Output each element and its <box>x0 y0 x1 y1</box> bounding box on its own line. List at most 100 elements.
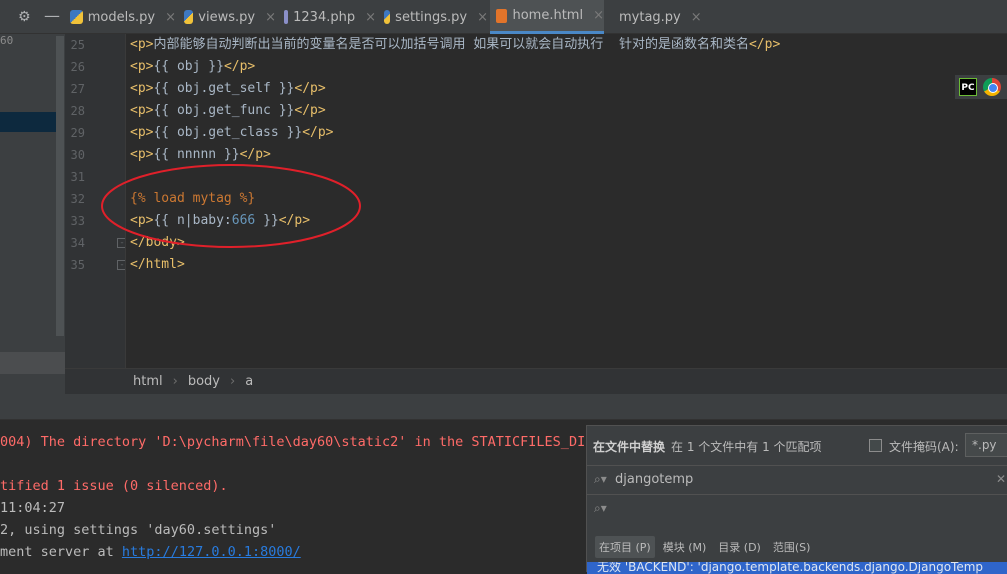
code-editor[interactable]: <p>内部能够自动判断出当前的变量名是否可以加括号调用 如果可以就会自动执行 针… <box>125 34 1007 368</box>
close-tab-icon[interactable]: × <box>165 10 176 25</box>
close-icon[interactable]: ✕ <box>996 472 1006 486</box>
html-file-icon <box>496 8 508 23</box>
console-text: tified 1 issue (0 silenced). <box>0 478 228 494</box>
scope-directory[interactable]: 目录 (D) <box>714 536 765 558</box>
tab-label: models.py <box>87 9 156 25</box>
code-text: {{ nnnnn }} <box>153 147 240 162</box>
tab-label: mytag.py <box>619 9 681 25</box>
python-file-icon <box>184 10 194 24</box>
code-line: <p>内部能够自动判断出当前的变量名是否可以加括号调用 如果可以就会自动执行 针… <box>130 34 780 56</box>
search-row: ⌕▾ djangotemp ✕ <box>587 465 1007 494</box>
console-text: ment server at <box>0 544 122 560</box>
code-tag: </p> <box>302 125 334 140</box>
code-line: </body> <box>130 232 185 254</box>
code-tag: </p> <box>223 59 256 74</box>
code-text: {{ obj.get_self }} <box>153 81 295 96</box>
minimize-icon[interactable]: — <box>44 6 60 25</box>
code-text: {{ obj }} <box>153 59 224 74</box>
close-tab-icon[interactable]: × <box>365 10 376 25</box>
breadcrumb-item-a[interactable]: a <box>245 374 253 389</box>
replace-in-files-dialog[interactable]: 在文件中替换在 1 个文件中有 1 个匹配项 文件掩码(A): *.py ⌕▾ … <box>586 425 1007 574</box>
file-mask-input[interactable]: *.py <box>965 433 1007 457</box>
project-panel-number: 60 <box>0 34 14 47</box>
console-text: 2, using settings 'day60.settings' <box>0 522 277 538</box>
code-tag: <p> <box>130 213 154 228</box>
code-tag: <p> <box>130 81 154 96</box>
chrome-icon[interactable] <box>983 78 1001 96</box>
breadcrumb-item-body[interactable]: body <box>188 374 220 389</box>
console-text: 004) The directory 'D:\pycharm\file\day6… <box>0 434 594 450</box>
php-file-icon <box>284 10 289 24</box>
console-line: 11:04:27 <box>0 500 65 516</box>
line-number: 25 <box>70 38 85 52</box>
code-tag: </html> <box>130 257 185 272</box>
line-number: 32 <box>70 192 85 206</box>
gear-icon[interactable]: ⚙ <box>18 9 31 25</box>
console-line: tified 1 issue (0 silenced). <box>0 478 228 494</box>
code-tag: </p> <box>278 213 311 228</box>
tab-mytag-py[interactable]: mytag.py × <box>608 0 702 34</box>
code-tag: </body> <box>130 235 185 250</box>
project-panel[interactable]: 60 <box>0 0 65 420</box>
code-line: <p>{{ obj }}</p> <box>130 56 255 78</box>
search-input[interactable]: djangotemp <box>615 472 693 487</box>
code-line: <p>{{ obj.get_class }}</p> <box>130 122 334 144</box>
code-text: {{ n|baby: <box>153 213 232 228</box>
search-result-text: 无效 'BACKEND': 'django.template.backends.… <box>597 562 984 574</box>
tab-1234-php[interactable]: 1234.php × <box>278 0 376 34</box>
replace-summary: 在 1 个文件中有 1 个匹配项 <box>671 440 822 454</box>
console-line: 2, using settings 'day60.settings' <box>0 522 276 538</box>
panel-divider <box>0 394 1007 420</box>
tab-views-py[interactable]: views.py × <box>178 0 276 34</box>
replace-search-icon[interactable]: ⌕▾ <box>594 501 607 516</box>
tab-models-py[interactable]: models.py × <box>64 0 176 34</box>
console-link[interactable]: http://127.0.0.1:8000/ <box>122 544 301 560</box>
tab-label: settings.py <box>395 9 468 25</box>
scope-module[interactable]: 模块 (M) <box>659 536 711 558</box>
close-tab-icon[interactable]: × <box>593 8 604 23</box>
project-selected-item[interactable] <box>0 112 56 132</box>
code-line: <p>{{ n|baby:666 }}</p> <box>130 210 310 232</box>
editor-tab-bar: ⚙ — models.py × views.py × 1234.php × settings… <box>0 0 1007 34</box>
code-line: {% load mytag %} <box>130 188 255 210</box>
browser-preview-bar: PC <box>955 75 1007 99</box>
tab-label: home.html <box>512 8 584 23</box>
console-line: 004) The directory 'D:\pycharm\file\day6… <box>0 434 593 450</box>
console-text: 11:04:27 <box>0 500 66 516</box>
file-mask-label: 文件掩码(A): <box>889 440 959 454</box>
line-number: 34 <box>70 236 85 250</box>
line-number: 35 <box>70 258 85 272</box>
project-highlight-item[interactable] <box>0 352 65 374</box>
python-file-icon <box>384 10 391 24</box>
breadcrumb: html › body › a <box>65 368 1007 394</box>
close-tab-icon[interactable]: × <box>691 10 702 25</box>
line-gutter: 25 26 27 28 29 30 31 32 33 34 35- - <box>65 34 127 368</box>
code-text: 内部能够自动判断出当前的变量名是否可以加括号调用 如果可以就会自动执行 针对的是… <box>153 37 749 52</box>
close-tab-icon[interactable]: × <box>477 10 488 25</box>
code-tag: <p> <box>130 59 154 74</box>
close-tab-icon[interactable]: × <box>265 10 276 25</box>
scope-custom[interactable]: 范围(S) <box>769 536 815 558</box>
tab-settings-py[interactable]: settings.py × <box>378 0 488 34</box>
code-tag: <p> <box>130 103 154 118</box>
file-mask-checkbox[interactable] <box>869 439 882 452</box>
code-tag: <p> <box>130 147 154 162</box>
code-tag: <p> <box>130 125 154 140</box>
line-number: 33 <box>70 214 85 228</box>
scope-project[interactable]: 在项目 (P) <box>595 536 655 558</box>
code-text: {{ obj.get_class }} <box>153 125 303 140</box>
breadcrumb-item-html[interactable]: html <box>133 374 163 389</box>
code-text: {{ obj.get_func }} <box>153 103 295 118</box>
project-scrollbar[interactable] <box>56 36 64 336</box>
pycharm-icon[interactable]: PC <box>959 78 977 96</box>
tab-home-html[interactable]: home.html × <box>490 0 604 34</box>
line-number: 30 <box>70 148 85 162</box>
tab-label: 1234.php <box>293 9 356 25</box>
code-tag: </p> <box>294 81 326 96</box>
python-file-icon <box>70 10 83 24</box>
search-result-row[interactable]: 无效 'BACKEND': 'django.template.backends.… <box>587 562 1007 574</box>
code-number: 666 <box>231 213 256 228</box>
search-icon[interactable]: ⌕▾ <box>594 472 607 487</box>
breadcrumb-separator: › <box>229 374 236 389</box>
code-tag: <p> <box>130 37 154 52</box>
